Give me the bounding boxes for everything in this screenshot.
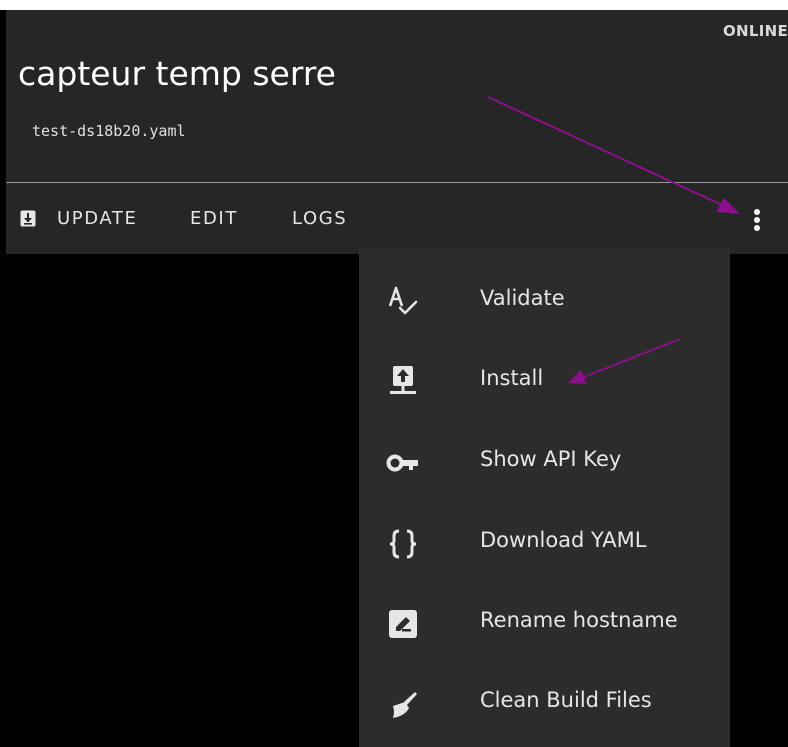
menu-item-validate[interactable]: Validate [359,266,730,338]
update-icon [20,210,36,227]
logs-button[interactable]: LOGS [292,208,347,229]
key-icon [386,454,418,472]
validate-icon [388,286,418,315]
menu-item-label: Validate [480,286,565,310]
menu-item-label: Rename hostname [480,608,678,632]
menu-item-label: Download YAML [480,528,647,552]
device-card: ONLINE capteur temp serre test-ds18b20.y… [6,10,788,254]
update-button[interactable]: UPDATE [57,208,137,229]
device-name: capteur temp serre [18,54,336,93]
install-icon [390,366,416,394]
menu-item-show-api-key[interactable]: Show API Key [359,427,730,499]
menu-item-rename-hostname[interactable]: Rename hostname [359,588,730,660]
menu-item-download-yaml[interactable]: Download YAML [359,508,730,580]
broom-icon [393,692,417,718]
card-actions: UPDATE EDIT LOGS [6,200,788,240]
menu-item-install[interactable]: Install [359,346,730,418]
menu-item-label: Clean Build Files [480,688,652,712]
edit-button[interactable]: EDIT [190,208,238,229]
more-menu-button[interactable] [746,204,768,236]
card-divider [6,182,788,183]
rename-icon [389,610,417,638]
menu-item-label: Show API Key [480,447,622,471]
top-strip [0,0,788,10]
status-badge: ONLINE [722,22,788,40]
config-filename: test-ds18b20.yaml [32,122,186,140]
overflow-menu: Validate Install Show API Key Download Y… [359,247,730,747]
code-braces-icon [389,529,417,559]
menu-item-clean-build-files[interactable]: Clean Build Files [359,668,730,740]
menu-item-label: Install [480,366,544,390]
